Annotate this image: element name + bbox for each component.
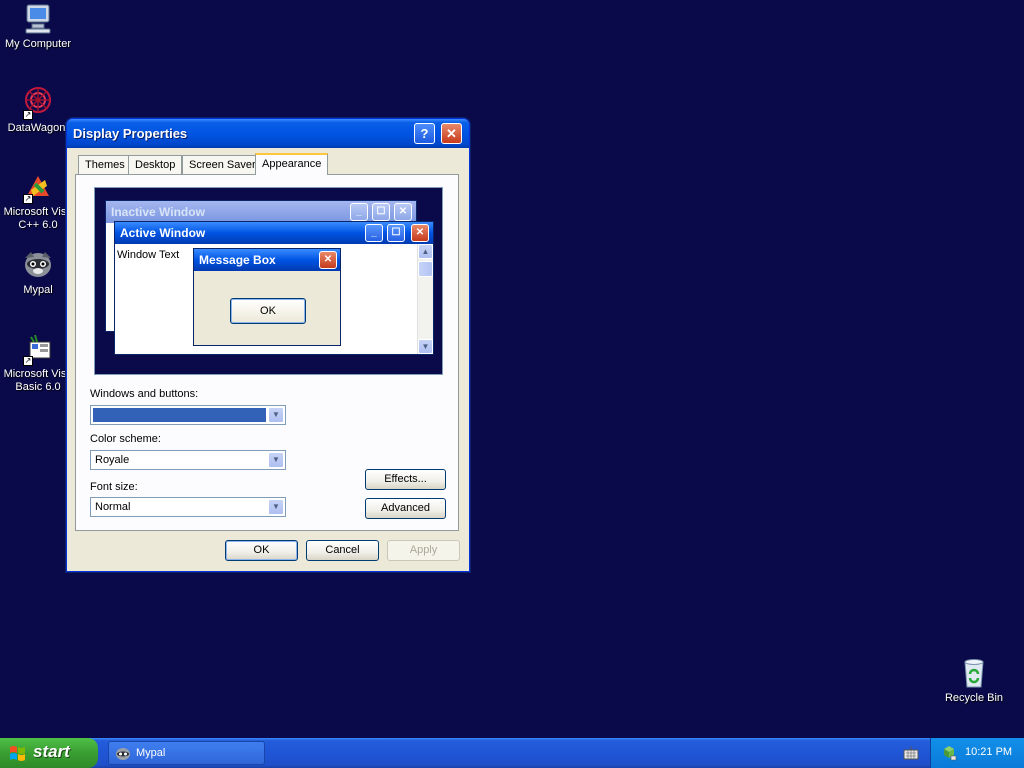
visual-basic-icon: ↗	[21, 332, 55, 366]
clock[interactable]: 10:21 PM	[965, 746, 1012, 758]
desktop-icon-recycle-bin[interactable]: Recycle Bin	[936, 656, 1012, 705]
minimize-icon: _	[365, 224, 383, 242]
desktop-icon-label-line2: Basic 6.0	[15, 381, 61, 393]
desktop-icon-label-line2: C++ 6.0	[18, 219, 58, 231]
dialog-title: Display Properties	[73, 126, 188, 141]
preview-active-titlebar: Active Window _ ☐ ✕	[115, 222, 433, 244]
preview-inactive-titlebar: Inactive Window _ ☐ ✕	[106, 201, 416, 223]
desktop-icon-label-line1: Microsoft Visu	[3, 206, 73, 218]
desktop-icon-label: DataWagon.	[7, 122, 69, 134]
appearance-preview: Inactive Window _ ☐ ✕ Active Window _ ☐ …	[94, 187, 443, 375]
computer-icon	[21, 2, 55, 36]
tab-screen-saver[interactable]: Screen Saver	[182, 155, 263, 175]
preview-scrollbar: ▲ ▼	[417, 244, 433, 354]
effects-button[interactable]: Effects...	[365, 469, 446, 490]
shortcut-arrow-icon: ↗	[23, 110, 33, 120]
display-properties-dialog: Display Properties ? ✕ Themes Desktop Sc…	[66, 118, 470, 572]
cancel-button[interactable]: Cancel	[306, 540, 379, 561]
visual-cpp-icon: ↗	[21, 170, 55, 204]
color-scheme-value: Royale	[95, 454, 130, 466]
shortcut-arrow-icon: ↗	[23, 356, 33, 366]
system-tray: 10:21 PM	[930, 738, 1024, 768]
desktop-icon-datawagon[interactable]: ↗ DataWagon.	[0, 86, 76, 135]
maximize-icon: ☐	[387, 224, 405, 242]
preview-active-title: Active Window	[120, 226, 206, 240]
desktop-icon-label: Recycle Bin	[944, 692, 1004, 704]
shortcut-arrow-icon: ↗	[23, 194, 33, 204]
desktop-icon-label: Mypal	[23, 284, 53, 296]
dialog-titlebar[interactable]: Display Properties ? ✕	[67, 119, 469, 148]
tab-themes[interactable]: Themes	[78, 155, 132, 175]
color-scheme-select[interactable]: Royale ▼	[90, 450, 286, 470]
preview-message-box-titlebar: Message Box ✕	[194, 249, 340, 271]
tab-appearance[interactable]: Appearance	[255, 153, 329, 175]
windows-and-buttons-select[interactable]: ▼	[90, 405, 286, 425]
close-icon: ✕	[394, 203, 412, 221]
scroll-thumb	[418, 261, 433, 277]
desktop-icon-label: My Computer	[4, 38, 72, 50]
appearance-panel: Inactive Window _ ☐ ✕ Active Window _ ☐ …	[75, 174, 459, 531]
recycle-bin-icon	[957, 656, 991, 690]
preview-window-text: Window Text	[117, 249, 180, 261]
apply-button: Apply	[387, 540, 460, 561]
close-icon: ✕	[411, 224, 429, 242]
help-button[interactable]: ?	[414, 123, 435, 144]
start-button[interactable]: start	[0, 738, 98, 768]
keyboard-icon[interactable]	[903, 745, 919, 761]
start-label: start	[33, 742, 70, 761]
preview-ok-button: OK	[230, 298, 306, 324]
font-size-value: Normal	[95, 501, 131, 513]
color-scheme-label: Color scheme:	[90, 433, 161, 445]
desktop-icon-mypal[interactable]: Mypal	[0, 248, 76, 297]
windows-flag-icon	[9, 745, 26, 762]
preview-message-box: Message Box ✕ OK	[193, 248, 341, 346]
taskbar-button-label: Mypal	[136, 747, 166, 759]
network-icon[interactable]	[941, 745, 957, 761]
desktop-icon-visual-basic[interactable]: ↗ Microsoft Visu Basic 6.0	[0, 332, 76, 394]
preview-message-box-title: Message Box	[199, 253, 276, 267]
mypal-icon	[21, 248, 55, 282]
scroll-up-icon: ▲	[418, 244, 433, 259]
windows-and-buttons-label: Windows and buttons:	[90, 388, 199, 400]
tab-desktop[interactable]: Desktop	[128, 155, 183, 175]
maximize-icon: ☐	[372, 203, 390, 221]
datawagon-icon: ↗	[21, 86, 55, 120]
mypal-icon	[115, 746, 131, 762]
chevron-down-icon[interactable]: ▼	[268, 407, 284, 423]
minimize-icon: _	[350, 203, 368, 221]
font-size-select[interactable]: Normal ▼	[90, 497, 286, 517]
scroll-down-icon: ▼	[418, 339, 433, 354]
close-button[interactable]: ✕	[441, 123, 462, 144]
desktop-icon-label-line1: Microsoft Visu	[3, 368, 73, 380]
desktop-icon-my-computer[interactable]: My Computer	[0, 2, 76, 51]
ok-button[interactable]: OK	[225, 540, 298, 561]
advanced-button[interactable]: Advanced	[365, 498, 446, 519]
taskbar-button-mypal[interactable]: Mypal	[108, 741, 265, 765]
desktop-icon-visual-cpp[interactable]: ↗ Microsoft Visu C++ 6.0	[0, 170, 76, 232]
chevron-down-icon[interactable]: ▼	[268, 452, 284, 468]
close-icon: ✕	[319, 251, 337, 269]
preview-inactive-title: Inactive Window	[111, 205, 205, 219]
taskbar: start Mypal 10:21 PM	[0, 738, 1024, 768]
font-size-label: Font size:	[90, 481, 138, 493]
chevron-down-icon[interactable]: ▼	[268, 499, 284, 515]
style-swatch	[93, 408, 266, 422]
